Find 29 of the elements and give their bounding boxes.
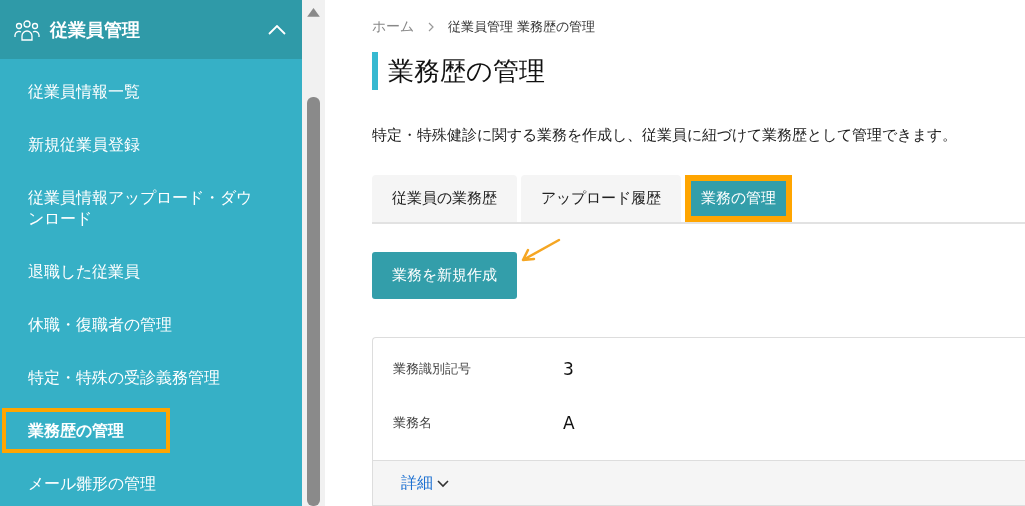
scrollbar-thumb[interactable] [307,96,320,506]
field-label: 業務識別記号 [393,360,472,378]
details-link[interactable]: 詳細 [401,473,449,494]
tab[interactable]: 従業員の業務歴 [372,175,517,222]
sidebar-item[interactable]: メール雛形の管理 [2,461,302,506]
tab[interactable]: アップロード履歴 [521,175,681,222]
breadcrumb-link[interactable]: ホーム [372,18,414,36]
sidebar-item[interactable]: 従業員情報アップロード・ダウンロード [2,175,302,241]
field-value: A [563,413,575,433]
sidebar-item[interactable]: 退職した従業員 [2,249,302,294]
sidebar-item[interactable]: 新規従業員登録 [2,122,302,167]
field-value: 3 [563,359,574,379]
people-icon [14,18,40,41]
create-button[interactable]: 業務を新規作成 [372,252,517,299]
page-description: 特定・特殊健診に関する業務を作成し、従業員に紐づけて業務歴として管理できます。 [372,126,958,145]
sidebar-item[interactable]: 休職・復職者の管理 [2,302,302,347]
page-title: 業務歴の管理 [372,52,1025,90]
section-title: 従業員管理 [50,17,141,42]
breadcrumb-item: 従業員管理 業務歴の管理 [448,18,596,36]
chevron-icon[interactable] [268,24,286,35]
sidebar-item[interactable]: 従業員情報一覧 [2,69,302,114]
tab[interactable]: 業務の管理 [685,175,792,222]
field-label: 業務名 [393,414,433,432]
sidebar-section-header[interactable]: 従業員管理 [0,0,302,59]
chevron-right-icon [428,22,434,32]
sidebar-item[interactable]: 業務歴の管理 [2,408,170,453]
sidebar-item[interactable]: 特定・特殊の受診義務管理 [2,355,302,400]
chevron-down-icon [437,479,449,488]
scroll-up-icon[interactable] [307,8,320,17]
